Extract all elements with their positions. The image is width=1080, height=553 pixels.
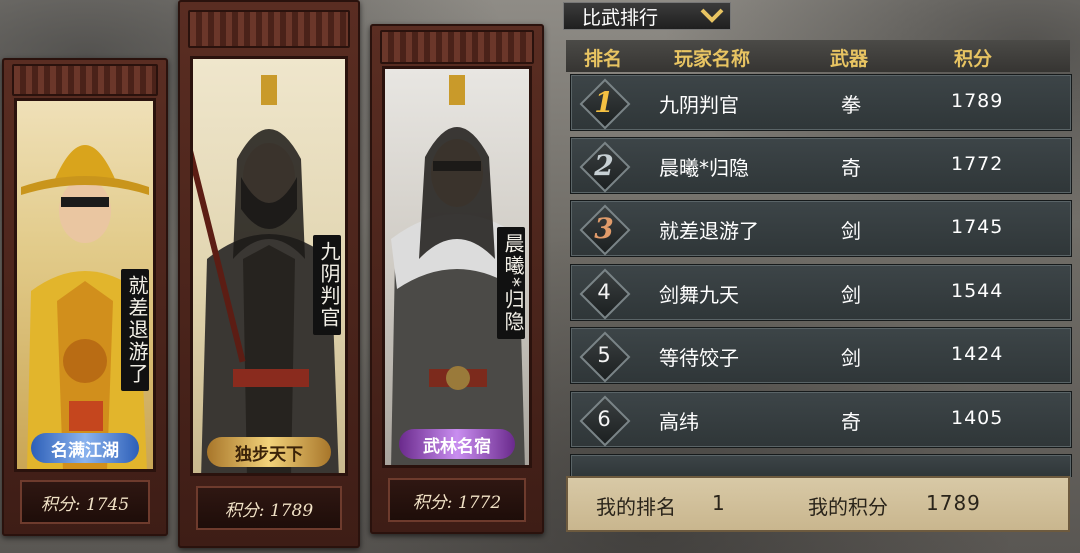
player-name-vertical: 就差退游了 bbox=[121, 269, 149, 391]
rank-number: 5 bbox=[597, 343, 611, 367]
portrait-panel: 九阴判官 独步天下 bbox=[190, 56, 348, 476]
ranking-row-5[interactable]: 5 等待饺子 剑 1424 bbox=[570, 327, 1072, 384]
ranking-tab-dropdown[interactable]: 比武排行 bbox=[563, 2, 731, 30]
player-name: 九阴判官 bbox=[659, 93, 739, 117]
player-name-vertical: 晨曦*归隐 bbox=[497, 227, 525, 339]
weapon: 剑 bbox=[841, 219, 861, 243]
podium-score: 积分: 1789 bbox=[196, 486, 342, 530]
portrait-panel: 晨曦*归隐 武林名宿 bbox=[382, 66, 532, 468]
title-badge: 独步天下 bbox=[207, 437, 331, 467]
rank-number: 1 bbox=[594, 85, 614, 119]
player-name-vertical: 九阴判官 bbox=[313, 235, 341, 335]
podium-score: 积分: 1772 bbox=[388, 478, 526, 522]
ranking-header: 排名 玩家名称 武器 积分 bbox=[566, 40, 1070, 72]
podium-score: 积分: 1745 bbox=[20, 480, 150, 524]
player-name: 剑舞九天 bbox=[659, 283, 739, 307]
weapon: 剑 bbox=[841, 283, 861, 307]
rank-number: 4 bbox=[597, 280, 611, 304]
title-badge: 名满江湖 bbox=[31, 433, 139, 463]
score: 1424 bbox=[951, 343, 1004, 365]
player-name: 等待饺子 bbox=[659, 346, 739, 370]
chevron-down-icon bbox=[700, 8, 724, 23]
weapon: 奇 bbox=[841, 156, 861, 180]
rank-number: 2 bbox=[594, 148, 614, 182]
ranking-row-3[interactable]: 3 就差退游了 剑 1745 bbox=[570, 200, 1072, 257]
ranking-row-2[interactable]: 2 晨曦*归隐 奇 1772 bbox=[570, 137, 1072, 194]
player-name: 晨曦*归隐 bbox=[659, 156, 749, 180]
weapon: 剑 bbox=[841, 346, 861, 370]
title-badge: 武林名宿 bbox=[399, 429, 515, 459]
my-score-label: 我的积分 bbox=[808, 495, 888, 519]
ranking-row-1[interactable]: 1 九阴判官 拳 1789 bbox=[570, 74, 1072, 131]
portrait-panel: 就差退游了 名满江湖 bbox=[14, 98, 156, 472]
header-rank: 排名 bbox=[584, 48, 623, 70]
my-score-value: 1789 bbox=[926, 491, 981, 515]
score: 1789 bbox=[951, 90, 1004, 112]
player-name: 就差退游了 bbox=[659, 219, 759, 243]
weapon: 奇 bbox=[841, 410, 861, 434]
score: 1405 bbox=[951, 407, 1004, 429]
podium-card-right[interactable]: 晨曦*归隐 武林名宿 积分: 1772 bbox=[370, 24, 544, 534]
rank-number: 6 bbox=[597, 407, 611, 431]
frame-crest bbox=[12, 64, 158, 96]
header-score: 积分 bbox=[954, 48, 993, 70]
ranking-row-4[interactable]: 4 剑舞九天 剑 1544 bbox=[570, 264, 1072, 321]
podium-card-center[interactable]: 九阴判官 独步天下 积分: 1789 bbox=[178, 0, 360, 548]
player-name: 高纬 bbox=[659, 410, 699, 434]
tab-label: 比武排行 bbox=[582, 6, 659, 29]
podium-card-left[interactable]: 就差退游了 名满江湖 积分: 1745 bbox=[2, 58, 168, 536]
my-ranking-bar: 我的排名 1 我的积分 1789 bbox=[566, 476, 1070, 532]
my-rank-value: 1 bbox=[712, 491, 725, 515]
score: 1544 bbox=[951, 280, 1004, 302]
frame-crest bbox=[188, 10, 350, 48]
weapon: 拳 bbox=[841, 93, 861, 117]
my-rank-label: 我的排名 bbox=[596, 495, 676, 519]
frame-crest bbox=[380, 30, 534, 64]
rank-number: 3 bbox=[594, 211, 614, 245]
ranking-row-partial[interactable] bbox=[570, 454, 1072, 477]
score: 1745 bbox=[951, 216, 1004, 238]
header-player: 玩家名称 bbox=[674, 48, 751, 70]
score: 1772 bbox=[951, 153, 1004, 175]
ranking-row-6[interactable]: 6 高纬 奇 1405 bbox=[570, 391, 1072, 448]
header-weapon: 武器 bbox=[830, 48, 869, 70]
